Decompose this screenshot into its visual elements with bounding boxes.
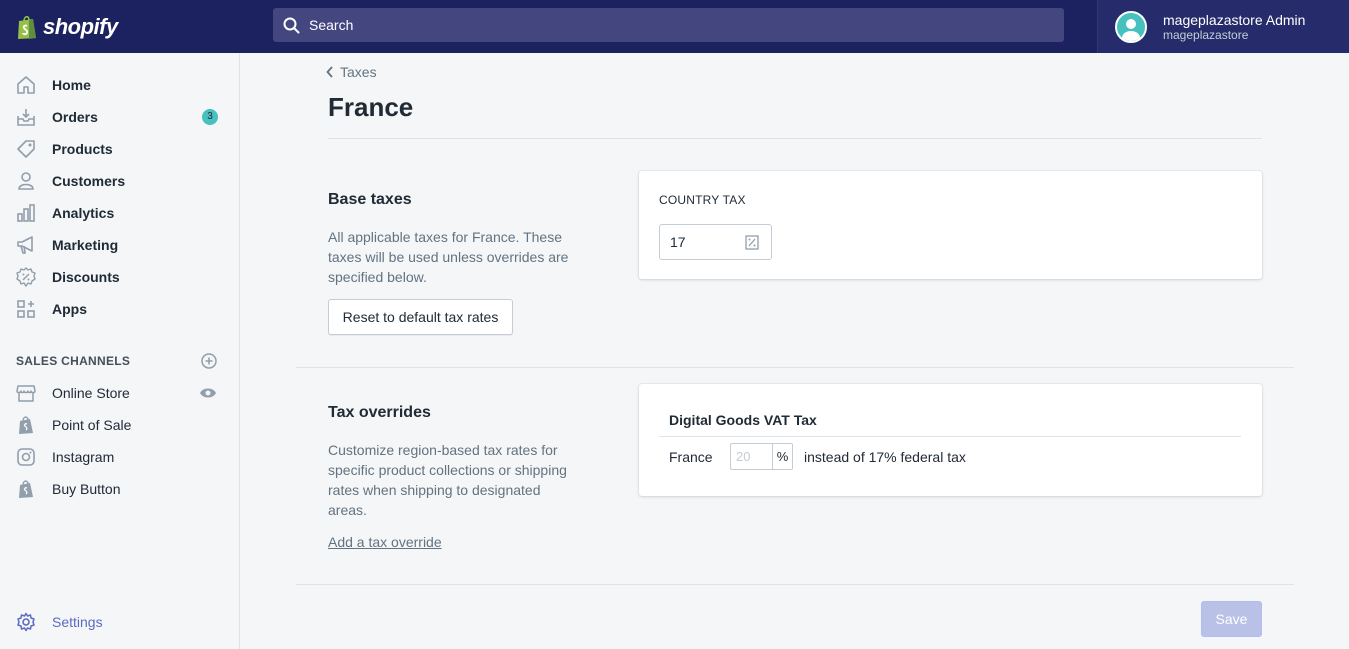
sidebar-item-label: Settings: [52, 614, 103, 630]
override-rate-input[interactable]: 20 %: [730, 443, 793, 470]
sidebar-item-label: Apps: [52, 301, 87, 317]
sidebar-item-label: Orders: [52, 109, 98, 125]
discount-icon: [16, 267, 36, 287]
override-region: France: [669, 449, 713, 465]
sidebar-item-settings[interactable]: Settings: [0, 606, 239, 638]
footer-divider: [296, 584, 1294, 585]
sidebar: Home Orders 3 Products Customers Analyti…: [0, 53, 240, 649]
add-sales-channel-icon[interactable]: [201, 353, 217, 369]
sidebar-item-label: Buy Button: [52, 481, 121, 497]
apps-icon: [16, 299, 36, 319]
sidebar-item-marketing[interactable]: Marketing: [0, 229, 239, 261]
sidebar-item-discounts[interactable]: Discounts: [0, 261, 239, 293]
shopping-bag-icon: [16, 479, 36, 499]
shopping-bag-icon: [16, 415, 36, 435]
user-menu[interactable]: mageplazastore Admin mageplazastore: [1097, 0, 1349, 53]
store-name: mageplazastore: [1163, 27, 1249, 42]
bar-chart-icon: [16, 203, 36, 223]
user-name: mageplazastore Admin: [1163, 11, 1306, 28]
sidebar-item-label: Home: [52, 77, 91, 93]
sidebar-item-label: Discounts: [52, 269, 120, 285]
instagram-icon: [16, 447, 36, 467]
eye-icon[interactable]: [199, 387, 217, 399]
override-card-divider: [659, 436, 1241, 437]
percent-suffix: %: [772, 444, 792, 469]
override-instead-text: instead of 17% federal tax: [804, 449, 966, 465]
country-tax-label: COUNTRY TAX: [659, 193, 746, 207]
section-divider: [296, 367, 1294, 368]
sidebar-item-orders[interactable]: Orders 3: [0, 101, 239, 133]
breadcrumb-link[interactable]: Taxes: [340, 64, 377, 80]
percent-receipt-icon: [745, 235, 759, 250]
base-taxes-description: All applicable taxes for France. These t…: [328, 229, 569, 285]
title-divider: [328, 138, 1262, 139]
tax-override-card: Digital Goods VAT Tax France 20 % instea…: [639, 384, 1262, 496]
sidebar-item-analytics[interactable]: Analytics: [0, 197, 239, 229]
gear-icon: [16, 612, 36, 632]
override-rate-placeholder: 20: [736, 449, 751, 464]
sidebar-item-label: Analytics: [52, 205, 115, 221]
search-icon: [283, 17, 300, 33]
sidebar-item-apps[interactable]: Apps: [0, 293, 239, 325]
megaphone-icon: [16, 235, 36, 255]
sidebar-item-label: Marketing: [52, 237, 119, 253]
breadcrumb[interactable]: Taxes: [326, 64, 377, 80]
sidebar-item-products[interactable]: Products: [0, 133, 239, 165]
sidebar-item-buy-button[interactable]: Buy Button: [0, 473, 239, 505]
shopify-logo[interactable]: shopify: [0, 0, 240, 53]
sidebar-item-label: Point of Sale: [52, 417, 132, 433]
search-input[interactable]: Search: [309, 17, 353, 33]
sidebar-item-point-of-sale[interactable]: Point of Sale: [0, 409, 239, 441]
tax-overrides-description: Customize region-based tax rates for spe…: [328, 442, 567, 518]
override-card-title: Digital Goods VAT Tax: [669, 412, 817, 428]
sidebar-item-label: Products: [52, 141, 113, 157]
country-tax-input[interactable]: 17: [659, 224, 772, 260]
country-tax-card: COUNTRY TAX 17: [639, 171, 1262, 279]
tag-icon: [16, 139, 36, 159]
sidebar-item-label: Customers: [52, 173, 126, 189]
sidebar-item-customers[interactable]: Customers: [0, 165, 239, 197]
home-icon: [16, 75, 36, 95]
sidebar-item-label: Online Store: [52, 385, 130, 401]
top-bar: shopify Search mageplazastore Admin mage…: [0, 0, 1349, 53]
sales-channels-title: SALES CHANNELS: [16, 354, 131, 368]
save-button[interactable]: Save: [1201, 601, 1262, 637]
orders-count-badge: 3: [202, 109, 218, 125]
orders-icon: [16, 107, 36, 127]
country-tax-value: 17: [670, 234, 686, 250]
brand-name: shopify: [43, 13, 118, 39]
search-bar[interactable]: Search: [273, 8, 1064, 42]
page-title: France: [328, 92, 414, 122]
store-icon: [16, 383, 36, 403]
sidebar-item-home[interactable]: Home: [0, 69, 239, 101]
shopify-bag-icon: [18, 15, 36, 39]
person-icon: [16, 171, 36, 191]
tax-overrides-heading: Tax overrides: [328, 404, 431, 421]
sidebar-item-online-store[interactable]: Online Store: [0, 377, 239, 409]
chevron-left-icon: [326, 66, 333, 78]
add-tax-override-link[interactable]: Add a tax override: [328, 534, 442, 550]
sidebar-item-instagram[interactable]: Instagram: [0, 441, 239, 473]
sidebar-item-label: Instagram: [52, 449, 115, 465]
avatar: [1115, 10, 1147, 43]
reset-tax-rates-button[interactable]: Reset to default tax rates: [328, 299, 513, 335]
base-taxes-heading: Base taxes: [328, 191, 412, 208]
